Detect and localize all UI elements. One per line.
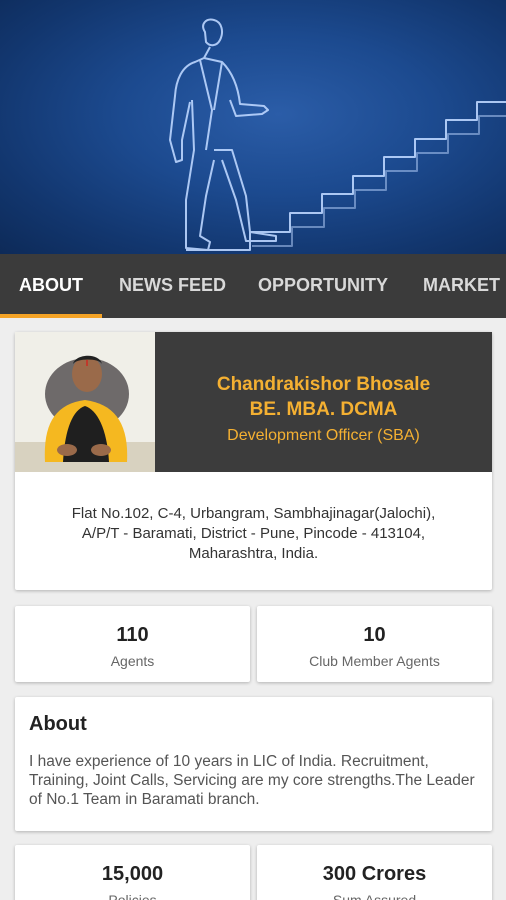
- stat-label: Agents: [110, 653, 155, 669]
- profile-name: Chandrakishor Bhosale: [216, 374, 431, 395]
- stat-value: 300 Crores: [322, 863, 427, 885]
- about-title: About: [29, 713, 87, 735]
- stat-value: 110: [116, 624, 149, 646]
- stat-sum-assured: 300 Crores Sum Assured: [257, 845, 492, 900]
- profile-degree: BE. MBA. DCMA: [249, 399, 398, 420]
- tab-bar: ABOUT NEWS FEED OPPORTUNITY MARKET: [0, 254, 506, 318]
- about-text: I have experience of 10 years in LIC of …: [29, 753, 475, 808]
- address-line: Flat No.102, C-4, Urbangram, Sambhajinag…: [71, 505, 436, 522]
- name-panel: Chandrakishor Bhosale BE. MBA. DCMA Deve…: [155, 332, 492, 472]
- stat-value: 15,000: [101, 863, 164, 885]
- address-line: A/P/T - Baramati, District - Pune, Pinco…: [81, 525, 426, 542]
- about-card: About I have experience of 10 years in L…: [15, 697, 492, 831]
- tab-about[interactable]: ABOUT: [19, 254, 83, 318]
- stat-label: Policies: [108, 892, 157, 900]
- address-line: Maharashtra, India.: [188, 545, 319, 562]
- profile-photo: [15, 332, 155, 472]
- profile-card: Chandrakishor Bhosale BE. MBA. DCMA Deve…: [15, 332, 492, 590]
- stat-label: Sum Assured: [332, 892, 417, 900]
- tab-market[interactable]: MARKET: [423, 254, 500, 318]
- stat-value: 10: [363, 624, 386, 646]
- stat-agents: 110 Agents: [15, 606, 250, 682]
- hero-banner: [0, 0, 506, 254]
- profile-designation: Development Officer (SBA): [227, 427, 420, 444]
- stat-club-member-agents: 10 Club Member Agents: [257, 606, 492, 682]
- stat-label: Club Member Agents: [309, 653, 440, 669]
- active-tab-indicator: [0, 314, 102, 318]
- tab-news-feed[interactable]: NEWS FEED: [119, 254, 226, 318]
- stat-policies: 15,000 Policies: [15, 845, 250, 900]
- profile-address: Flat No.102, C-4, Urbangram, Sambhajinag…: [15, 504, 492, 564]
- stairs-illustration: [169, 18, 506, 251]
- tab-opportunity[interactable]: OPPORTUNITY: [258, 254, 388, 318]
